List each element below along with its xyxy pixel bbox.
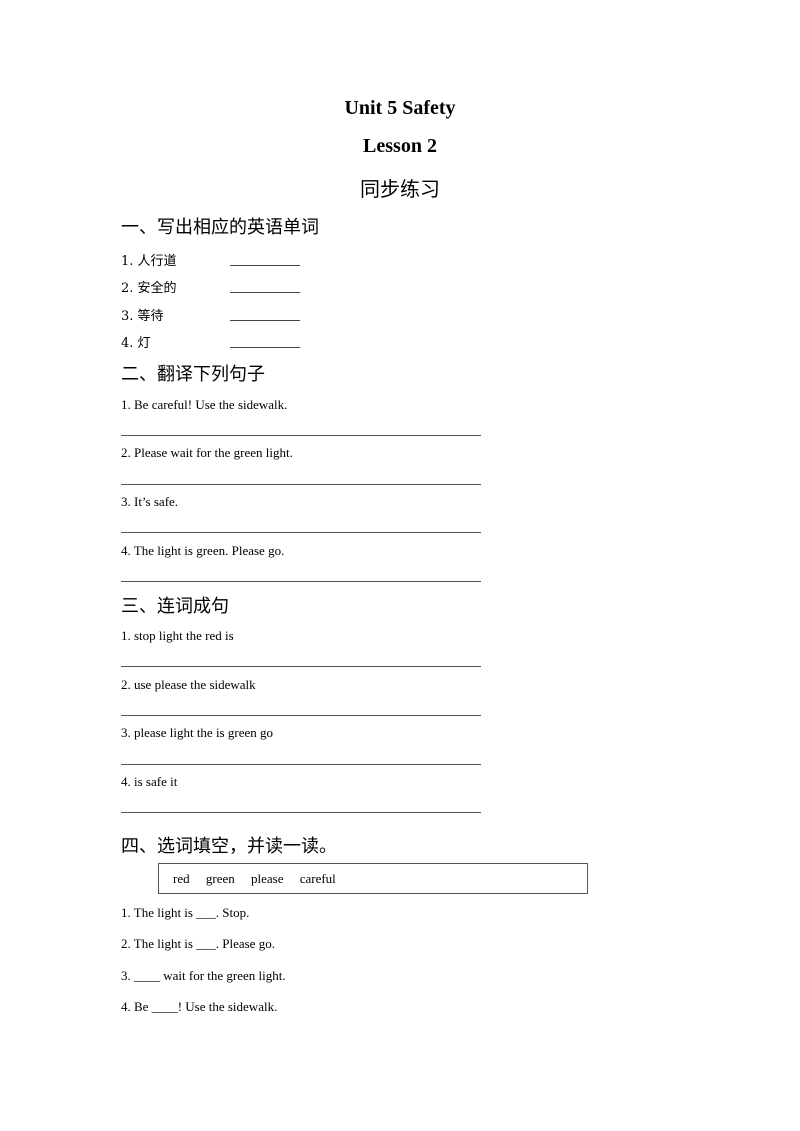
word-bank-word: red xyxy=(173,871,190,886)
section-3-answer-line-3[interactable] xyxy=(121,764,481,765)
section-3-answer-line-4[interactable] xyxy=(121,812,481,813)
section-2-answer-line-1[interactable] xyxy=(121,435,481,436)
section-2-heading: 二、翻译下列句子 xyxy=(121,364,265,385)
word-bank-word: please xyxy=(250,871,284,886)
section-1-item-4: 4. 灯 xyxy=(121,336,151,351)
section-1-blank-2[interactable] xyxy=(230,292,300,293)
section-2-item-1: 1. Be careful! Use the sidewalk. xyxy=(121,397,288,412)
section-4-item-3: 3. ____ wait for the green light. xyxy=(121,968,286,983)
section-1-blank-3[interactable] xyxy=(230,320,300,321)
section-4-item-1: 1. The light is ___. Stop. xyxy=(121,905,250,920)
section-1-heading: 一、写出相应的英语单词 xyxy=(121,217,319,238)
section-3-item-3: 3. please light the is green go xyxy=(121,725,273,740)
section-3-item-4: 4. is safe it xyxy=(121,774,178,789)
section-2-answer-line-3[interactable] xyxy=(121,532,481,533)
worksheet-title: Unit 5 Safety xyxy=(344,97,456,119)
word-bank-box: red green please careful xyxy=(158,863,588,894)
word-bank-word: green xyxy=(205,871,235,886)
section-1-blank-1[interactable] xyxy=(230,265,300,266)
section-3-item-1: 1. stop light the red is xyxy=(121,628,234,643)
section-3-answer-line-2[interactable] xyxy=(121,715,481,716)
section-2-item-3: 3. It’s safe. xyxy=(121,494,179,509)
section-2-item-4: 4. The light is green. Please go. xyxy=(121,543,285,558)
section-4-item-2: 2. The light is ___. Please go. xyxy=(121,936,275,951)
section-3-answer-line-1[interactable] xyxy=(121,666,481,667)
section-1-item-1: 1. 人行道 xyxy=(121,254,177,269)
section-1-item-2: 2. 安全的 xyxy=(121,281,177,296)
section-2-answer-line-2[interactable] xyxy=(121,484,481,485)
section-1-item-3: 3. 等待 xyxy=(121,309,164,324)
lesson-title: Lesson 2 xyxy=(363,135,437,157)
section-3-heading: 三、连词成句 xyxy=(121,596,229,617)
section-4-heading: 四、选词填空，并读一读。 xyxy=(121,836,337,857)
section-4-item-4: 4. Be ____! Use the sidewalk. xyxy=(121,999,278,1014)
worksheet-subtitle: 同步练习 xyxy=(360,177,440,201)
section-3-item-2: 2. use please the sidewalk xyxy=(121,677,256,692)
word-bank-word: careful xyxy=(299,871,336,886)
section-2-item-2: 2. Please wait for the green light. xyxy=(121,445,293,460)
section-2-answer-line-4[interactable] xyxy=(121,581,481,582)
section-1-blank-4[interactable] xyxy=(230,347,300,348)
